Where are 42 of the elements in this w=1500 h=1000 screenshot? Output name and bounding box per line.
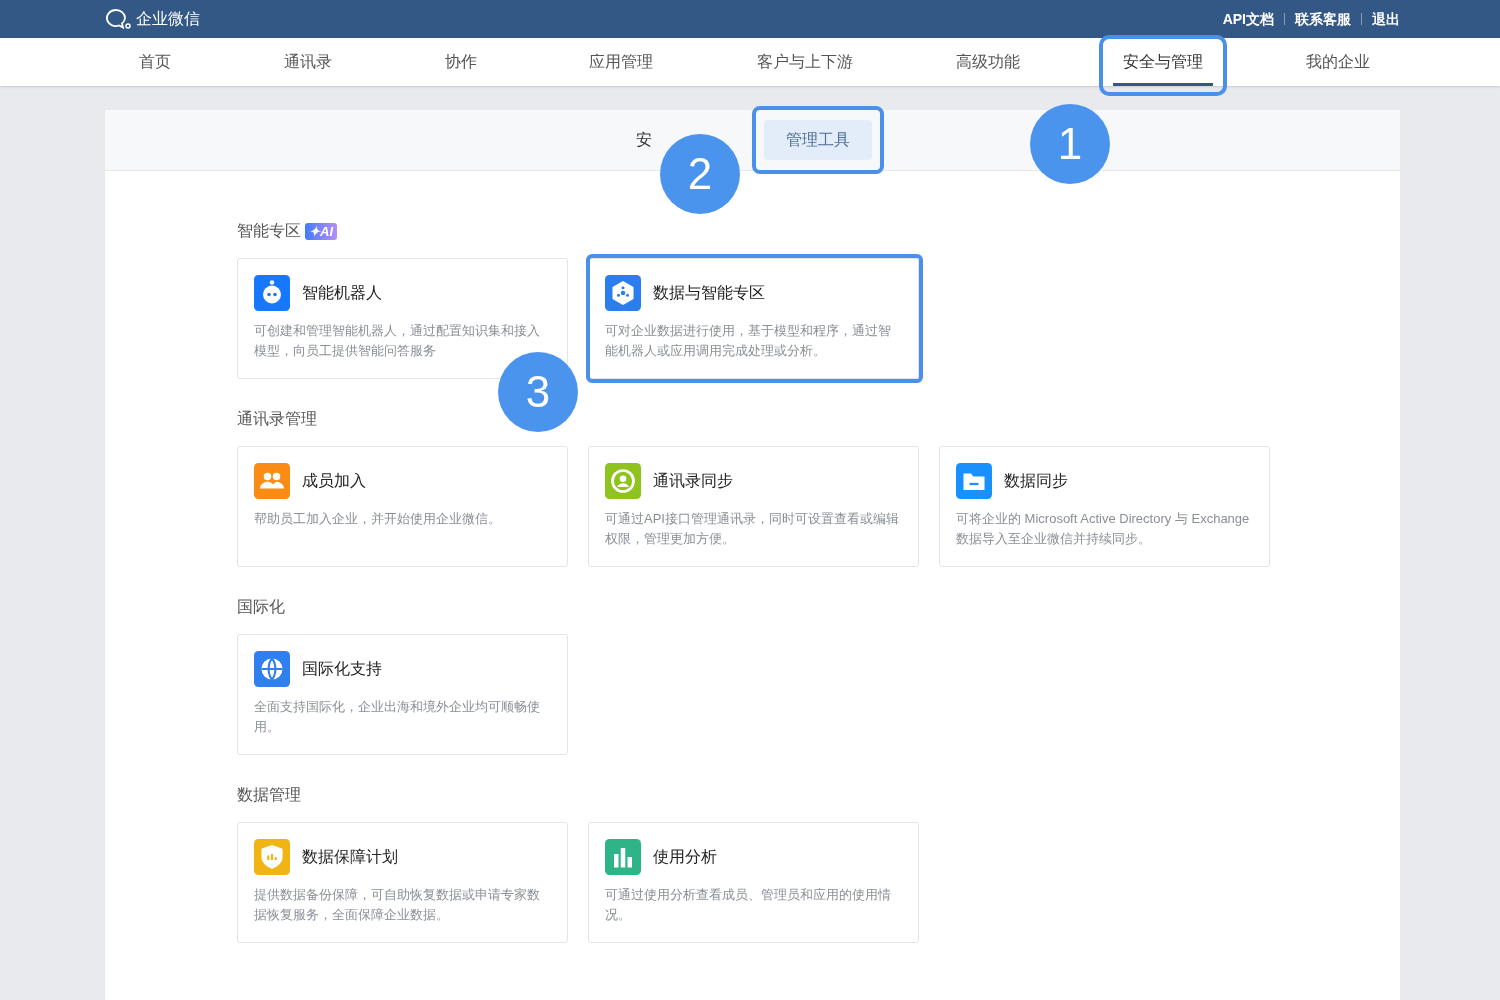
section-title: 通讯录管理 [237, 409, 317, 429]
section-title: 智能专区 [237, 221, 301, 241]
feature-card[interactable]: 数据与智能专区 可对企业数据进行使用，基于模型和程序，通过智能机器人或应用调用完成处理或分析。 [588, 258, 919, 379]
card-description: 提供数据备份保障，可自助恢复数据或申请专家数据恢复服务，全面保障企业数据。 [254, 886, 541, 924]
feature-card[interactable]: 数据保障计划 提供数据备份保障，可自助恢复数据或申请专家数据恢复服务，全面保障企业数据。 [237, 822, 568, 943]
card-description: 帮助员工加入企业，并开始使用企业微信。 [254, 510, 502, 528]
sub-tab[interactable]: 安 [633, 120, 654, 160]
nav-tab[interactable]: 通讯录 [274, 38, 343, 86]
feature-card[interactable]: 数据同步 可将企业的 Microsoft Active Directory 与 Exchange 数据导入至企业微信并持续同步。 [939, 446, 1270, 567]
sub-tab[interactable]: 管理工具 [763, 120, 872, 160]
section-title: 国际化 [237, 597, 285, 617]
card-title: 数据保障计划 [302, 847, 398, 867]
card-title: 智能机器人 [302, 283, 382, 303]
ai-badge: ✦AI [305, 222, 337, 240]
chat-bubble-icon [104, 7, 132, 31]
feature-card[interactable]: 使用分析 可通过使用分析查看成员、管理员和应用的使用情况。 [588, 822, 919, 943]
card-description: 可通过使用分析查看成员、管理员和应用的使用情况。 [605, 886, 892, 924]
nav-tab[interactable]: 我的企业 [1296, 38, 1380, 86]
nav-tab[interactable]: 协作 [435, 38, 488, 86]
nav-tab[interactable]: 应用管理 [579, 38, 664, 86]
nav-tab[interactable]: 安全与管理 [1112, 38, 1213, 86]
card-title: 通讯录同步 [653, 471, 733, 491]
feature-card[interactable]: 成员加入 帮助员工加入企业，并开始使用企业微信。 [237, 446, 568, 567]
card-description: 可将企业的 Microsoft Active Directory 与 Exchange 数据导入至企业微信并持续同步。 [956, 510, 1251, 548]
nav-tab[interactable]: 首页 [129, 38, 181, 86]
card-title: 国际化支持 [302, 659, 382, 679]
nav-tab[interactable]: 客户与上下游 [746, 38, 863, 86]
card-title: 数据与智能专区 [653, 283, 765, 303]
feature-card[interactable]: 国际化支持 全面支持国际化，企业出海和境外企业均可顺畅使用。 [237, 634, 568, 755]
top-link[interactable]: 退出 [1372, 8, 1400, 30]
card-description: 可对企业数据进行使用，基于模型和程序，通过智能机器人或应用调用完成处理或分析。 [605, 322, 892, 360]
card-title: 成员加入 [302, 471, 366, 491]
top-link[interactable]: 联系客服 [1295, 8, 1351, 30]
app-logo-text: 企业微信 [136, 9, 200, 29]
section-title: 数据管理 [237, 785, 301, 805]
top-link[interactable]: API文档 [1222, 8, 1274, 30]
nav-tab[interactable]: 高级功能 [945, 38, 1030, 86]
card-description: 全面支持国际化，企业出海和境外企业均可顺畅使用。 [254, 698, 541, 736]
card-title: 数据同步 [1004, 471, 1068, 491]
card-description: 可通过API接口管理通讯录，同时可设置查看或编辑权限，管理更加方便。 [605, 510, 900, 548]
card-title: 使用分析 [653, 847, 717, 867]
feature-card[interactable]: 通讯录同步 可通过API接口管理通讯录，同时可设置查看或编辑权限，管理更加方便。 [588, 446, 919, 567]
